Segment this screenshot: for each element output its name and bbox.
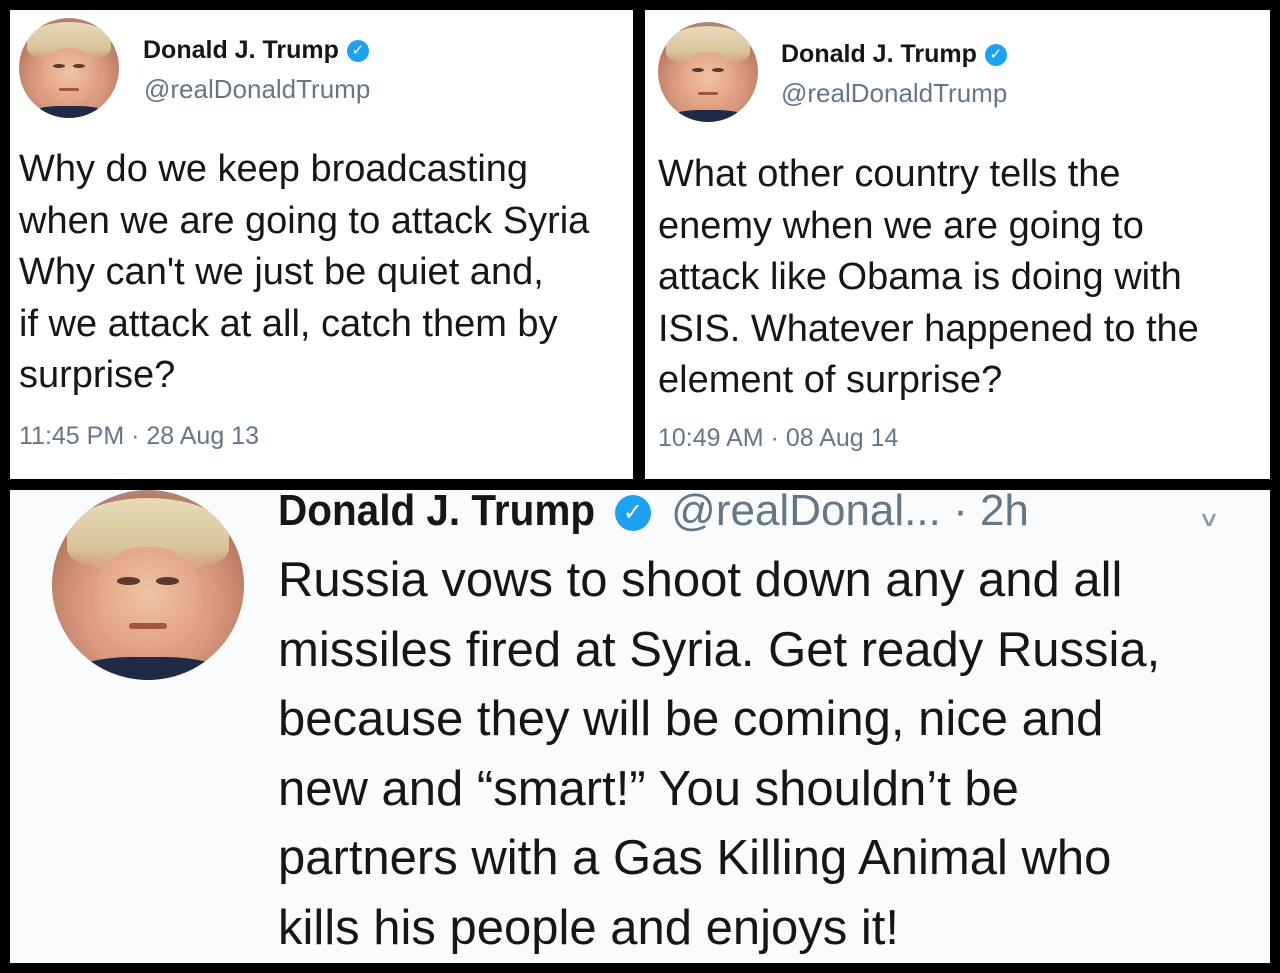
display-name-text[interactable]: Donald J. Trump	[781, 40, 977, 68]
tweet-text: Russia vows to shoot down any and all mi…	[278, 556, 1160, 963]
tweet-text-line: Russia vows to shoot down any and all	[278, 553, 1123, 607]
user-handle[interactable]: @realDonaldTrump	[144, 74, 370, 105]
avatar[interactable]	[658, 22, 758, 122]
chevron-down-icon[interactable]: ∨	[1198, 507, 1220, 532]
tweet-text: Why do we keep broadcasting when we are …	[19, 150, 589, 408]
tweet-text-line: enemy when we are going to	[658, 204, 1144, 247]
verified-badge-icon: ✓	[614, 495, 651, 532]
tweet-text-line: Why do we keep broadcasting	[19, 148, 529, 190]
tweet-card-2[interactable]: Donald J. Trump ✓ @realDonaldTrump What o…	[645, 10, 1270, 479]
user-handle[interactable]: @realDonal...	[671, 490, 941, 535]
verified-badge-icon: ✓	[346, 40, 369, 63]
tweet-text-line: missiles fired at Syria. Get ready Russi…	[278, 622, 1161, 677]
display-name-text[interactable]: Donald J. Trump	[143, 36, 339, 64]
tweet-text-line: kills his people and enjoys it!	[278, 900, 900, 955]
tweet-text-line: What other country tells the	[658, 153, 1121, 195]
tweet-text-line: Why can't we just be quiet and,	[19, 251, 544, 293]
tweet-text: What other country tells the enemy when …	[658, 155, 1199, 413]
tweet-text-line: element of surprise?	[658, 359, 1003, 401]
tweet-text-line: surprise?	[19, 354, 176, 396]
tweet-timestamp[interactable]: 10:49 AM · 08 Aug 14	[658, 424, 898, 453]
avatar[interactable]	[19, 18, 119, 118]
display-name[interactable]: Donald J. Trump	[278, 490, 595, 536]
tweet-text-line: ISIS. Whatever happened to the	[658, 307, 1199, 350]
tweet-text-line: because they will be coming, nice and	[278, 692, 1104, 746]
tweet-text-line: partners with a Gas Killing Animal who	[278, 831, 1112, 885]
tweet-header: Donald J. Trump ✓ @realDonal... · 2h	[278, 490, 1029, 536]
user-handle[interactable]: @realDonaldTrump	[781, 78, 1007, 109]
tweet-text-line: attack like Obama is doing with	[658, 256, 1182, 298]
tweet-card-1[interactable]: Donald J. Trump ✓ @realDonaldTrump Why do…	[10, 10, 633, 479]
tweet-timestamp[interactable]: 11:45 PM · 28 Aug 13	[19, 422, 259, 451]
display-name[interactable]: Donald J. Trump ✓	[781, 40, 1007, 69]
tweet-relative-time[interactable]: · 2h	[953, 490, 1029, 535]
display-name[interactable]: Donald J. Trump ✓	[143, 36, 369, 65]
tweet-text-line: new and “smart!” You shouldn’t be	[278, 761, 1019, 816]
avatar[interactable]	[52, 490, 244, 680]
tweet-text-line: when we are going to attack Syria	[19, 199, 590, 242]
verified-badge-icon: ✓	[984, 44, 1007, 67]
tweet-text-line: if we attack at all, catch them by	[19, 302, 558, 345]
tweet-card-3[interactable]: Donald J. Trump ✓ @realDonal... · 2h ∨ R…	[10, 490, 1270, 963]
